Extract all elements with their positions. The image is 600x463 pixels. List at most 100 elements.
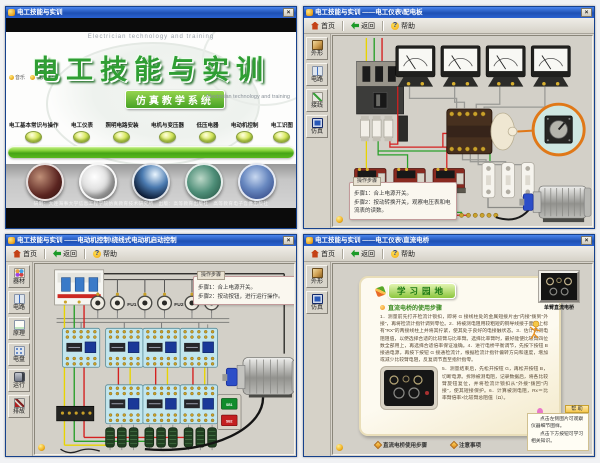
box-icon: [312, 268, 323, 278]
fuse-fu2-a[interactable]: [158, 292, 172, 313]
menu-item-motor-control[interactable]: 电动机控制: [231, 121, 259, 143]
steps-tab: 操作步骤: [353, 177, 381, 186]
instrument-thumbnail-block: 单臂直流电桥: [531, 271, 587, 311]
supply-wires: [366, 38, 382, 61]
home-button[interactable]: 首页: [307, 20, 339, 32]
link-usage-steps[interactable]: 直流电桥使用步骤: [375, 441, 427, 449]
voltmeter-1[interactable]: [486, 46, 525, 87]
window-title: 电工技能与实训 ——电工仪表\直流电桥: [315, 235, 579, 246]
sidebar-item-simulation[interactable]: 仿真: [306, 115, 328, 138]
fuse-link-3[interactable]: [521, 163, 534, 198]
photo-cables: [26, 163, 64, 201]
close-button[interactable]: ×: [581, 8, 592, 17]
magnifier-callout: [517, 104, 584, 155]
instrument-thumbnail[interactable]: [539, 271, 579, 302]
menu-item-motors-transformers[interactable]: 电机与变压器: [151, 121, 184, 143]
fuse-link-1[interactable]: [482, 163, 495, 198]
voltmeter-2[interactable]: [531, 46, 570, 87]
start-resistor: [145, 425, 154, 450]
sidebar-item-circuit[interactable]: 电路: [8, 291, 30, 314]
menu-item-lighting[interactable]: 照明电路安装: [105, 121, 138, 143]
changeover-switch[interactable]: [447, 109, 517, 154]
help-button[interactable]: ?帮助: [89, 248, 121, 260]
help-button[interactable]: ?帮助: [387, 20, 419, 32]
start-resistor: [129, 425, 138, 450]
menu-button-icon[interactable]: [113, 131, 130, 143]
close-button[interactable]: ×: [581, 236, 592, 245]
menu-button-icon[interactable]: [159, 131, 176, 143]
contactor-km7[interactable]: [180, 385, 217, 424]
pencil-icon: [375, 285, 387, 297]
toolbar-separator: [84, 249, 86, 259]
home-icon: [311, 250, 319, 258]
menu-button-icon[interactable]: [73, 131, 90, 143]
contactor-km5[interactable]: [106, 385, 143, 424]
music-icon[interactable]: [336, 216, 343, 223]
toolbar-separator: [382, 249, 384, 259]
pliers-icon: [14, 398, 25, 408]
back-button[interactable]: 返回: [49, 248, 81, 260]
start-resistor: [106, 425, 115, 450]
contactor-km2[interactable]: [106, 328, 143, 367]
contactor-km3[interactable]: [143, 328, 180, 367]
back-button[interactable]: 返回: [347, 248, 379, 260]
back-icon: [53, 250, 61, 258]
menu-item-diagrams[interactable]: 电工识图: [271, 121, 293, 143]
music-icon[interactable]: [38, 444, 45, 451]
menu-button-icon[interactable]: [236, 131, 253, 143]
contactor-km6[interactable]: [143, 385, 180, 424]
window-title: 电工技能与实训: [17, 7, 281, 18]
bridge-photo: [384, 370, 434, 406]
steps-paragraph-2: 5．测量结束后，先松开按钮 G，再松开按钮 B，切断电源。拆除被测电阻，记录数据…: [442, 366, 548, 402]
contactor-km1[interactable]: [62, 328, 99, 367]
fuse-label-fu2: FU2: [174, 302, 184, 308]
fuse-fu1-b[interactable]: [111, 292, 125, 313]
sidebar-item-principle[interactable]: 原理: [8, 317, 30, 340]
sidebar-item-equipment[interactable]: 器材: [8, 265, 30, 288]
sidebar-item-simulation[interactable]: 仿真: [306, 291, 328, 314]
sidebar-item-circuit[interactable]: 电路: [306, 63, 328, 86]
back-button[interactable]: 返回: [347, 20, 379, 32]
sidebar-item-panel[interactable]: 电盘: [8, 343, 30, 366]
bridge-photo-frame[interactable]: [380, 366, 438, 410]
menu-button-icon[interactable]: [199, 131, 216, 143]
line-fuses[interactable]: [360, 116, 407, 141]
sidebar-item-run[interactable]: 运行: [8, 369, 30, 392]
sidebar-item-appearance[interactable]: 外形: [306, 37, 328, 60]
photo-device: [132, 163, 170, 201]
menu-item-instruments[interactable]: 电工仪表: [71, 121, 93, 143]
menu-item-basics[interactable]: 电工基本常识与操作: [9, 121, 59, 143]
sidebar-item-troubleshoot[interactable]: 排故: [8, 395, 30, 418]
ammeter-1[interactable]: [396, 46, 435, 87]
toolbar-separator: [44, 249, 46, 259]
menu-item-lowvoltage[interactable]: 低压电器: [196, 121, 218, 143]
camera-icon: [14, 372, 25, 382]
home-button[interactable]: 首页: [9, 248, 41, 260]
green-banner: [8, 146, 294, 158]
help-button[interactable]: ?帮助: [387, 248, 419, 260]
music-icon[interactable]: [336, 444, 343, 451]
menu-button-icon[interactable]: [273, 131, 290, 143]
sidebar-item-wiring[interactable]: 接线: [306, 89, 328, 112]
close-button[interactable]: ×: [283, 8, 294, 17]
section-heading: 直流电桥的使用步骤: [388, 303, 442, 312]
close-button[interactable]: ×: [283, 236, 294, 245]
contactor-km4[interactable]: [180, 328, 217, 367]
motor[interactable]: [222, 358, 294, 398]
start-resistor: [208, 425, 217, 450]
bullet-icon: [380, 305, 385, 310]
step-line: 步骤2：按动按钮，进行运行操作。: [198, 293, 294, 302]
fuse-fu1-c[interactable]: [138, 292, 152, 313]
link-precautions[interactable]: 注意事项: [451, 441, 481, 449]
english-caption: Electrician technology and training: [6, 34, 296, 40]
pushbutton-station: SB1 SB2: [217, 395, 241, 430]
ammeter-2[interactable]: [441, 46, 480, 87]
menu-button-icon[interactable]: [25, 131, 42, 143]
home-button[interactable]: 首页: [307, 248, 339, 260]
fuse-link-2[interactable]: [502, 163, 515, 198]
photo-motor: [185, 163, 223, 201]
letterbox-top: [6, 18, 296, 32]
home-icon: [13, 250, 21, 258]
product-photo-strip: 研制：大连海事大学信息工程学院仿真教育技术研究所 出版：高等教育出版社 高等教育…: [6, 164, 296, 208]
sidebar-item-appearance[interactable]: 外形: [306, 265, 328, 288]
